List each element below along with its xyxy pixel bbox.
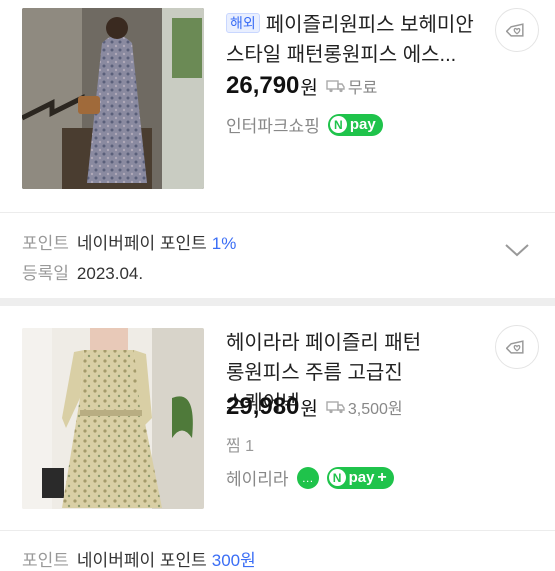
plus-icon: + (377, 468, 387, 486)
product-title-1[interactable]: 해외 페이즐리원피스 보헤미안 스타일 패턴롱원피스 에스... (226, 10, 481, 70)
product-card-2[interactable]: 헤이라라 페이즐리 패턴 롱원피스 주름 고급진 스퀘어넥 29,980 원 3… (0, 306, 555, 526)
product-card-1[interactable]: 해외 페이즐리원피스 보헤미안 스타일 패턴롱원피스 에스... 26,790 원… (0, 0, 555, 205)
likes-count: 찜 1 (226, 438, 255, 455)
point-info-row-2: 포인트 네이버페이 포인트 300원 (22, 546, 256, 571)
heart-tag-icon (506, 340, 524, 354)
npay-plus-badge: N pay + (326, 466, 394, 489)
separator-line (0, 212, 555, 213)
date-info-row: 등록일 2023.04. (22, 259, 143, 284)
npay-n-icon: N (328, 469, 346, 486)
price-value: 29,980 (226, 393, 300, 420)
date-value: 2023.04. (76, 264, 144, 283)
shipping-info: 3,500원 (326, 395, 403, 419)
point-value: 네이버페이 포인트 (76, 551, 207, 570)
npay-n-icon: N (329, 116, 347, 133)
price-value: 26,790 (226, 72, 300, 99)
point-amount: 300원 (211, 551, 256, 570)
price-row-1: 26,790 원 무료 (226, 72, 377, 100)
store-row-1[interactable]: 인터파크쇼핑 N pay (226, 112, 383, 137)
heart-tag-icon (506, 23, 524, 37)
overseas-badge: 해외 (226, 13, 260, 33)
expand-button[interactable] (503, 241, 531, 264)
wishlist-button-2[interactable] (495, 325, 539, 369)
section-divider (0, 298, 555, 306)
shipping-info: 무료 (326, 74, 377, 98)
date-key: 등록일 (22, 264, 69, 283)
point-key: 포인트 (22, 234, 69, 253)
point-percent: 1% (211, 234, 237, 253)
price-row-2: 29,980 원 3,500원 (226, 393, 403, 421)
store-name[interactable]: 인터파크쇼핑 (226, 112, 320, 137)
product-image-2[interactable] (22, 328, 204, 509)
point-info-row: 포인트 네이버페이 포인트 1% (22, 229, 236, 254)
point-value: 네이버페이 포인트 (76, 234, 207, 253)
wishlist-button-1[interactable] (495, 8, 539, 52)
truck-icon (326, 401, 345, 414)
currency-label: 원 (300, 77, 318, 99)
store-name[interactable]: 헤이리라 (226, 465, 289, 490)
point-key: 포인트 (22, 551, 69, 570)
store-row-2[interactable]: 헤이리라 … N pay + (226, 465, 394, 490)
product-image-1[interactable] (22, 8, 204, 189)
talk-icon[interactable]: … (296, 466, 319, 489)
chevron-down-icon (505, 244, 529, 257)
dress-photo-1 (22, 8, 204, 189)
npay-badge: N pay (327, 113, 383, 136)
truck-icon (326, 80, 345, 93)
currency-label: 원 (300, 398, 318, 420)
dress-photo-2 (22, 328, 204, 509)
separator-line (0, 530, 555, 531)
